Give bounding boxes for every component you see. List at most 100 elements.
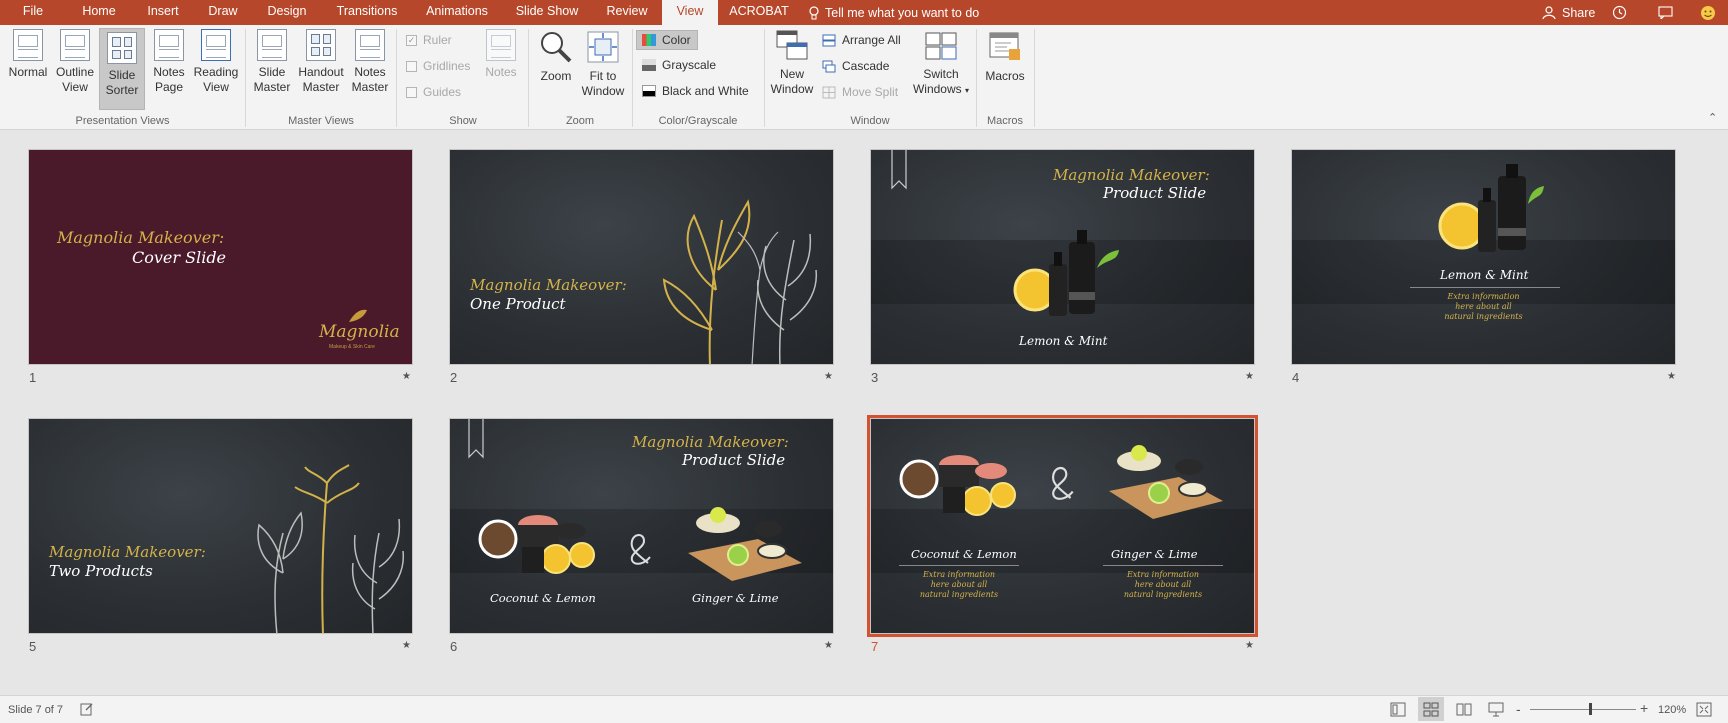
status-bar: Slide 7 of 7 - + 120%: [0, 695, 1728, 723]
zoom-out-button[interactable]: -: [1516, 701, 1521, 717]
magnolia-logo: Magnolia: [319, 322, 400, 342]
slide-subtitle: Two Products: [49, 562, 153, 580]
color-button[interactable]: Color: [636, 30, 698, 50]
slide-title: Magnolia Makeover:: [470, 276, 627, 294]
history-icon: [1612, 5, 1627, 20]
tab-slide-show[interactable]: Slide Show: [502, 0, 592, 25]
info-line: here about all: [930, 580, 988, 589]
notes-master-icon: [355, 29, 385, 61]
slide-thumbnail-3[interactable]: Magnolia Makeover: Product Slide Lemon &…: [870, 149, 1255, 365]
share-button[interactable]: Share: [1542, 0, 1595, 25]
gridlines-checkbox[interactable]: Gridlines: [406, 59, 470, 73]
slide-sorter-button[interactable]: Slide Sorter: [99, 28, 145, 110]
fit-slide-icon[interactable]: [1696, 702, 1712, 717]
slide-thumbnail-1[interactable]: Magnolia Makeover: Cover Slide Magnolia …: [28, 149, 413, 365]
transition-star-icon[interactable]: ★: [824, 371, 833, 382]
tab-home[interactable]: Home: [66, 0, 132, 25]
slide-title: Magnolia Makeover:: [1053, 166, 1210, 184]
transition-star-icon[interactable]: ★: [824, 640, 833, 651]
slide-thumbnail-2[interactable]: Magnolia Makeover: One Product: [449, 149, 834, 365]
transition-star-icon[interactable]: ★: [402, 371, 411, 382]
ruler-checkbox[interactable]: ✓ Ruler: [406, 33, 452, 47]
history-button[interactable]: [1612, 0, 1627, 25]
feedback-button[interactable]: [1700, 0, 1716, 25]
slide-number: 3: [871, 370, 879, 385]
group-window-label: Window: [850, 115, 890, 127]
slide-counter: Slide 7 of 7: [8, 704, 64, 716]
outline-view-button[interactable]: Outline View: [52, 29, 98, 109]
color-swatch-icon: [642, 34, 656, 46]
zoom-slider-thumb[interactable]: [1589, 703, 1592, 715]
tab-acrobat[interactable]: ACROBAT: [720, 0, 798, 25]
fit-to-window-button[interactable]: Fit to Window: [580, 29, 626, 109]
reading-view-button[interactable]: Reading View: [191, 29, 241, 109]
reading-view-status-icon[interactable]: [1456, 702, 1472, 717]
slide-thumbnail-4[interactable]: Lemon & Mint Extra information here abou…: [1291, 149, 1676, 365]
zoom-slider-track[interactable]: [1530, 709, 1636, 710]
coconut-lemon-products-icon: [478, 515, 595, 574]
handout-master-button[interactable]: Handout Master: [294, 29, 348, 109]
comments-button[interactable]: [1658, 0, 1673, 25]
zoom-in-button[interactable]: +: [1640, 700, 1648, 716]
macros-button[interactable]: Macros: [980, 29, 1030, 109]
transition-star-icon[interactable]: ★: [1245, 640, 1254, 651]
product-bottles-lemon-icon: [1438, 164, 1544, 252]
divider: [1410, 287, 1560, 288]
slide-subtitle: Cover Slide: [132, 248, 227, 267]
transition-star-icon[interactable]: ★: [1245, 371, 1254, 382]
slide-subtitle: One Product: [470, 295, 566, 313]
slide-number: 7: [871, 639, 879, 654]
product-caption: Coconut & Lemon: [490, 591, 596, 605]
grayscale-button[interactable]: Grayscale: [642, 58, 716, 72]
tab-view[interactable]: View: [662, 0, 718, 26]
tab-review[interactable]: Review: [592, 0, 662, 25]
slide-subtitle: Product Slide: [1103, 184, 1207, 202]
notes-master-button[interactable]: Notes Master: [348, 29, 392, 109]
collapse-ribbon-icon[interactable]: ⌃: [1708, 111, 1717, 124]
tab-design[interactable]: Design: [252, 0, 322, 25]
slide-thumbnail-6[interactable]: Magnolia Makeover: Product Slide Coconut…: [449, 418, 834, 634]
notes-show-button[interactable]: Notes: [480, 29, 522, 109]
proofing-icon[interactable]: [80, 702, 94, 716]
lightbulb-icon: [809, 5, 819, 19]
slide-thumbnail-7[interactable]: Coconut & Lemon Ginger & Lime Extra info…: [867, 415, 1258, 637]
slide-title: Magnolia Makeover:: [49, 543, 206, 561]
tab-draw[interactable]: Draw: [194, 0, 252, 25]
black-and-white-button[interactable]: Black and White: [642, 84, 749, 98]
slide-master-button[interactable]: Slide Master: [250, 29, 294, 109]
info-line: Extra information: [1447, 292, 1520, 301]
new-window-button[interactable]: New Window: [768, 29, 816, 109]
guides-checkbox[interactable]: Guides: [406, 85, 461, 99]
arrange-all-button[interactable]: Arrange All: [822, 33, 901, 47]
zoom-level[interactable]: 120%: [1658, 704, 1686, 716]
transition-star-icon[interactable]: ★: [402, 640, 411, 651]
botanical-drawing-icon: [257, 464, 405, 633]
normal-view-button[interactable]: Normal: [4, 29, 52, 109]
slide-sorter-status-button[interactable]: [1418, 697, 1444, 721]
tell-me-box[interactable]: Tell me what you want to do: [809, 0, 979, 25]
group-separator: [528, 29, 529, 127]
group-separator: [1034, 29, 1035, 127]
normal-view-icon: [13, 29, 43, 61]
tab-file[interactable]: File: [0, 0, 66, 25]
transition-star-icon[interactable]: ★: [1667, 371, 1676, 382]
normal-view-status-icon[interactable]: [1390, 702, 1406, 717]
info-line: natural ingredients: [1444, 312, 1523, 321]
product-caption: Lemon & Mint: [1440, 268, 1529, 282]
ampersand-icon: [1051, 466, 1074, 500]
tab-transitions[interactable]: Transitions: [322, 0, 412, 25]
group-separator: [764, 29, 765, 127]
fit-window-icon: [587, 31, 619, 63]
slide-number: 1: [29, 370, 37, 385]
tab-animations[interactable]: Animations: [412, 0, 502, 25]
slide-show-status-icon[interactable]: [1488, 702, 1504, 717]
notes-page-button[interactable]: Notes Page: [147, 29, 191, 109]
move-split-button[interactable]: Move Split: [822, 85, 898, 99]
cascade-button[interactable]: Cascade: [822, 59, 889, 73]
zoom-button[interactable]: Zoom: [534, 29, 578, 109]
switch-windows-button[interactable]: Switch Windows ▾: [910, 29, 972, 109]
tab-insert[interactable]: Insert: [132, 0, 194, 25]
dropdown-arrow-icon: ▾: [965, 86, 970, 95]
group-separator: [245, 29, 246, 127]
slide-thumbnail-5[interactable]: Magnolia Makeover: Two Products: [28, 418, 413, 634]
